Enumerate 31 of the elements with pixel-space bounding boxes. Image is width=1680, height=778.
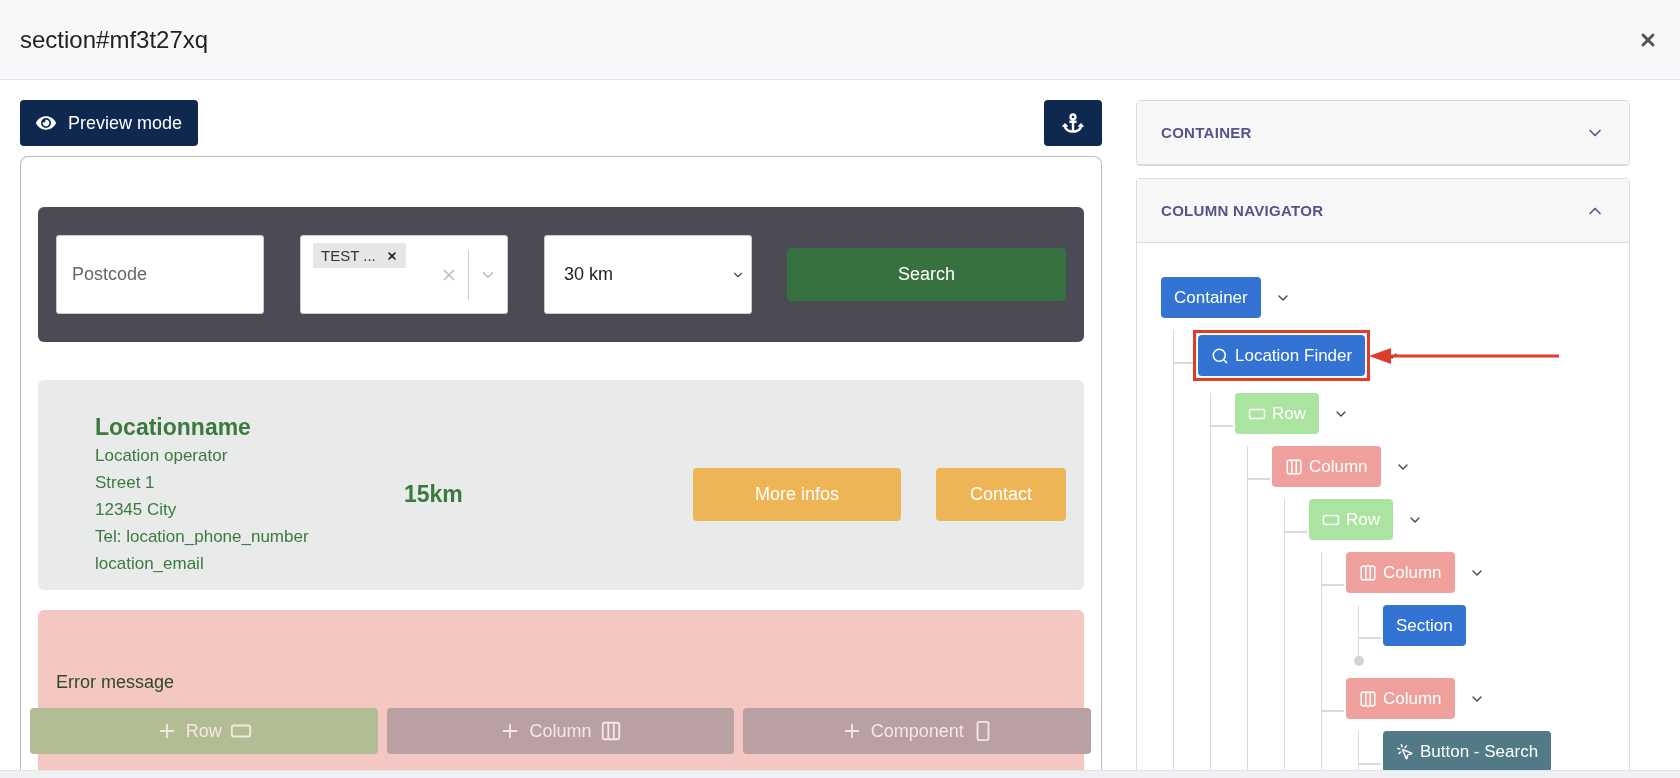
columns-icon [599,720,622,742]
postcode-field[interactable]: Postcode [56,235,264,314]
address-line: location_email [95,552,205,575]
columns-icon [1359,689,1377,708]
pointer-click-icon [1396,742,1414,761]
tree-node[interactable]: Container [1161,277,1261,318]
location-name: Locationname [95,412,252,442]
search-button[interactable]: Search [787,248,1066,301]
eye-icon [36,113,56,133]
distance-text: 15km [404,480,463,507]
distance-select[interactable]: 30 km [544,235,752,314]
remove-icon[interactable] [385,249,398,262]
tree-node[interactable]: Button - Search [1383,731,1552,770]
tag-select-field[interactable]: TEST ... [300,235,508,314]
address-line: 12345 City [95,498,178,521]
accordion-header[interactable]: COLUMN NAVIGATOR [1137,179,1629,243]
address-line: Location operator [95,444,229,467]
address-line: Tel: location_phone_number [95,525,310,548]
window-title: section#mf3t27xq [20,25,209,54]
search-icon [1211,346,1229,365]
tree-node[interactable]: Section [1383,605,1466,646]
tree-node[interactable]: Location Finder [1198,335,1366,376]
columns-icon [1285,457,1303,476]
anchor-button[interactable] [1044,100,1102,146]
address-line: Street 1 [95,471,156,494]
preview-mode-button[interactable]: Preview mode [20,100,199,146]
error-message: Error message [56,672,175,692]
columns-icon [1359,563,1377,582]
tag-chip[interactable]: TEST ... [313,243,406,268]
anchor-icon [1062,112,1084,134]
accordion-header[interactable]: CONTAINER [1137,101,1629,165]
